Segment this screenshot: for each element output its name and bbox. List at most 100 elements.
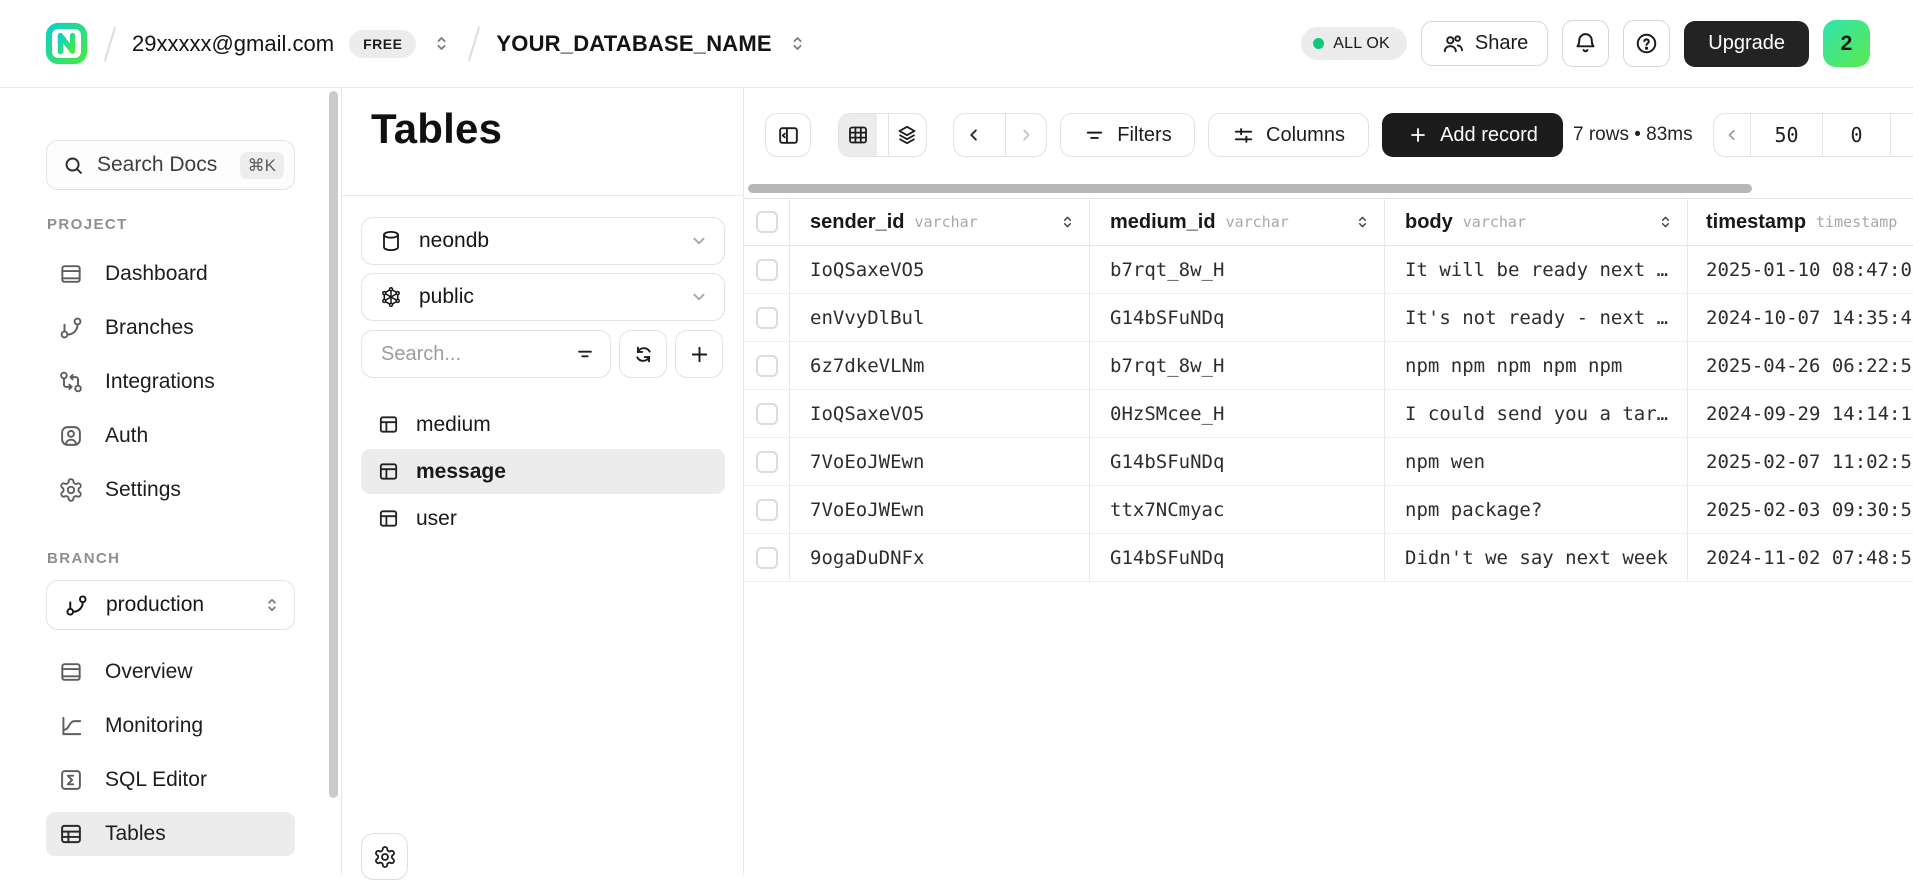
grid-cell-sender_id[interactable]: 7VoEoJWEwn	[790, 486, 1090, 533]
account-switcher-chevrons-icon[interactable]	[431, 33, 452, 54]
neon-logo-icon[interactable]	[45, 22, 88, 65]
row-checkbox[interactable]	[756, 307, 778, 329]
select-all-checkbox[interactable]	[756, 211, 778, 233]
collapse-panel-button[interactable]	[765, 113, 811, 157]
grid-cell-medium_id[interactable]: G14bSFuNDq	[1090, 438, 1385, 485]
credits-badge[interactable]: 2	[1823, 20, 1870, 67]
next-page-button[interactable]	[1005, 114, 1046, 156]
table-row: IoQSaxeVO50HzSMcee_HI could send you a t…	[744, 390, 1913, 438]
row-checkbox[interactable]	[756, 547, 778, 569]
grid-cell-medium_id[interactable]: b7rqt_8w_H	[1090, 246, 1385, 293]
branch-selector[interactable]: production	[46, 580, 295, 630]
panel-settings-button[interactable]	[361, 833, 408, 880]
grid-cell-timestamp[interactable]: 2024-11-02 07:48:5	[1688, 534, 1913, 581]
upgrade-button[interactable]: Upgrade	[1684, 21, 1809, 67]
pager-extra-cell[interactable]	[1890, 114, 1913, 156]
row-checkbox[interactable]	[756, 355, 778, 377]
grid-view-toggle[interactable]	[839, 114, 877, 156]
grid-cell-sender_id[interactable]: 7VoEoJWEwn	[790, 438, 1090, 485]
sort-icon[interactable]	[1354, 212, 1371, 232]
chevron-down-icon	[688, 230, 710, 252]
table-search-input[interactable]	[379, 342, 574, 367]
grid-cell-timestamp[interactable]: 2025-01-10 08:47:0	[1688, 246, 1913, 293]
columns-button[interactable]: Columns	[1208, 113, 1369, 157]
sort-icon[interactable]	[1059, 212, 1076, 232]
project-name[interactable]: YOUR_DATABASE_NAME	[496, 31, 771, 57]
add-record-label: Add record	[1440, 124, 1538, 147]
schema-selector[interactable]: public	[361, 273, 725, 321]
sort-icon[interactable]	[1657, 212, 1674, 232]
pager-prev-button[interactable]	[1714, 114, 1750, 156]
grid-cell-body[interactable]: Didn't we say next week	[1385, 534, 1688, 581]
add-record-button[interactable]: Add record	[1382, 113, 1563, 157]
grid-cell-timestamp[interactable]: 2024-10-07 14:35:4	[1688, 294, 1913, 341]
table-list-item-medium[interactable]: medium	[361, 402, 725, 447]
column-header-timestamp[interactable]: timestamptimestamp	[1688, 199, 1913, 245]
grid-cell-medium_id[interactable]: ttx7NCmyac	[1090, 486, 1385, 533]
grid-cell-body[interactable]: I could send you a tar…	[1385, 390, 1688, 437]
sidebar-item-auth[interactable]: Auth	[46, 414, 295, 458]
column-header-medium_id[interactable]: medium_idvarchar	[1090, 199, 1385, 245]
account-name[interactable]: 29xxxxx@gmail.com	[132, 31, 334, 57]
grid-cell-timestamp[interactable]: 2025-02-07 11:02:5	[1688, 438, 1913, 485]
grid-cell-sender_id[interactable]: IoQSaxeVO5	[790, 390, 1090, 437]
grid-cell-body[interactable]: It will be ready next …	[1385, 246, 1688, 293]
grid-cell-sender_id[interactable]: IoQSaxeVO5	[790, 246, 1090, 293]
search-docs-input[interactable]: Search Docs ⌘K	[46, 140, 295, 190]
collapse-sidebar-icon	[776, 123, 801, 148]
grid-cell-body[interactable]: It's not ready - next …	[1385, 294, 1688, 341]
notifications-button[interactable]	[1562, 20, 1609, 67]
column-type: varchar	[1226, 213, 1289, 231]
status-badge[interactable]: ALL OK	[1301, 27, 1407, 60]
page-size-value[interactable]: 50	[1750, 114, 1823, 156]
grid-cell-timestamp[interactable]: 2024-09-29 14:14:1	[1688, 390, 1913, 437]
row-checkbox[interactable]	[756, 403, 778, 425]
column-header-body[interactable]: bodyvarchar	[1385, 199, 1688, 245]
grid-cell-body[interactable]: npm wen	[1385, 438, 1688, 485]
grid-cell-medium_id[interactable]: b7rqt_8w_H	[1090, 342, 1385, 389]
filters-button[interactable]: Filters	[1060, 113, 1195, 157]
grid-cell-body[interactable]: npm package?	[1385, 486, 1688, 533]
column-header-sender_id[interactable]: sender_idvarchar	[790, 199, 1090, 245]
grid-cell-medium_id[interactable]: 0HzSMcee_H	[1090, 390, 1385, 437]
refresh-tables-button[interactable]	[619, 330, 667, 378]
row-checkbox[interactable]	[756, 259, 778, 281]
grid-cell-sender_id[interactable]: enVvyDlBul	[790, 294, 1090, 341]
sidebar-item-settings[interactable]: Settings	[46, 468, 295, 512]
sidebar-item-integrations[interactable]: Integrations	[46, 360, 295, 404]
sidebar-item-monitoring[interactable]: Monitoring	[46, 704, 295, 748]
row-checkbox[interactable]	[756, 499, 778, 521]
layers-view-toggle[interactable]	[888, 114, 927, 156]
table-list-item-user[interactable]: user	[361, 496, 725, 541]
dashboard-icon	[58, 261, 84, 287]
prev-page-button[interactable]	[954, 114, 994, 156]
grid-cell-body[interactable]: npm npm npm npm npm	[1385, 342, 1688, 389]
grid-cell-medium_id[interactable]: G14bSFuNDq	[1090, 534, 1385, 581]
share-button[interactable]: Share	[1421, 21, 1548, 66]
sidebar-item-sql-editor[interactable]: SQL Editor	[46, 758, 295, 802]
row-checkbox[interactable]	[756, 451, 778, 473]
database-selector[interactable]: neondb	[361, 217, 725, 265]
sidebar-scrollbar[interactable]	[329, 91, 338, 798]
grid-cell-timestamp[interactable]: 2025-02-03 09:30:5	[1688, 486, 1913, 533]
sidebar-item-branches[interactable]: Branches	[46, 306, 295, 350]
project-switcher-chevrons-icon[interactable]	[787, 33, 808, 54]
table-list-item-message[interactable]: message	[361, 449, 725, 494]
bell-icon	[1573, 31, 1598, 56]
sidebar-item-tables[interactable]: Tables	[46, 812, 295, 856]
filter-lines-icon[interactable]	[574, 343, 596, 365]
project-nav: Dashboard Branches Integrations	[46, 252, 295, 512]
grid-cell-medium_id[interactable]: G14bSFuNDq	[1090, 294, 1385, 341]
header-actions: ALL OK Share	[1301, 20, 1870, 67]
sidebar-item-dashboard[interactable]: Dashboard	[46, 252, 295, 296]
horizontal-scrollbar[interactable]	[748, 184, 1752, 193]
page-offset-value[interactable]: 0	[1822, 114, 1890, 156]
grid-cell-timestamp[interactable]: 2025-04-26 06:22:5	[1688, 342, 1913, 389]
add-table-button[interactable]	[675, 330, 723, 378]
branch-selector-value: production	[106, 593, 245, 617]
grid-cell-sender_id[interactable]: 9ogaDuDNFx	[790, 534, 1090, 581]
sidebar-item-overview[interactable]: Overview	[46, 650, 295, 694]
help-button[interactable]	[1623, 20, 1670, 67]
row-checkbox-cell	[744, 438, 790, 485]
grid-cell-sender_id[interactable]: 6z7dkeVLNm	[790, 342, 1090, 389]
